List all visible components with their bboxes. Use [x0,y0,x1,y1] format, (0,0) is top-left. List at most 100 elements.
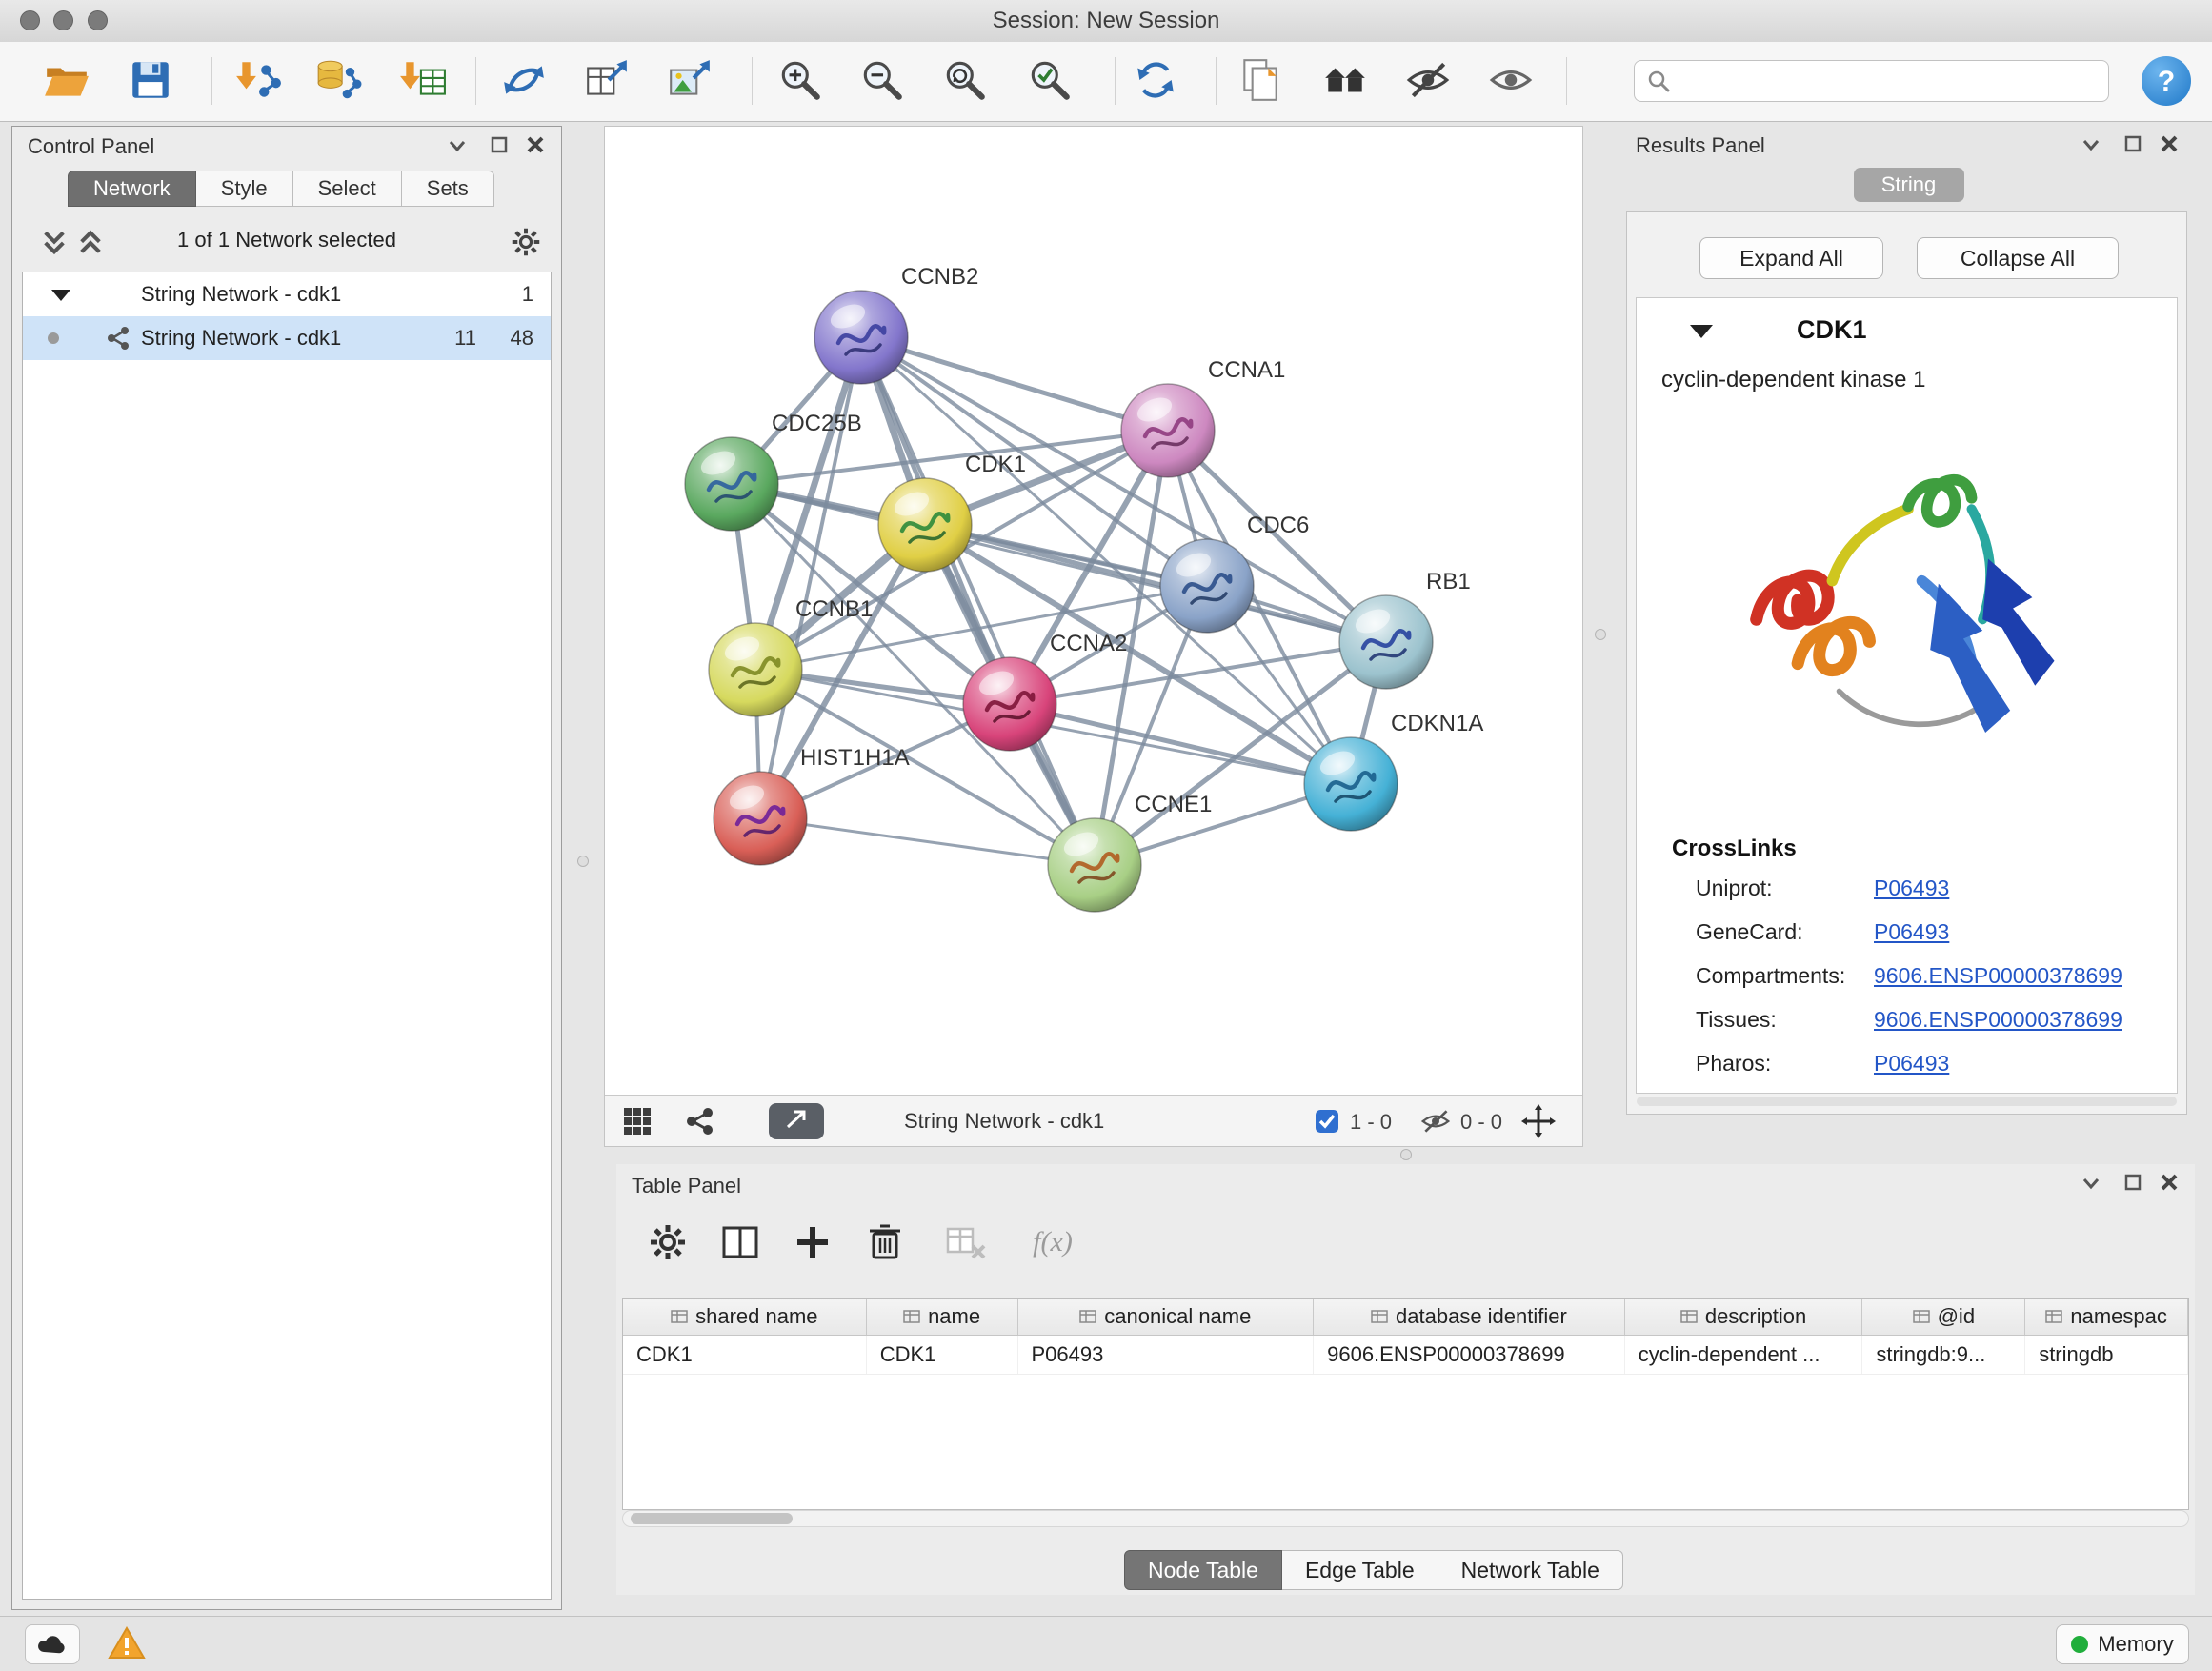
table-cell[interactable]: CDK1 [867,1336,1018,1374]
tab-network-table[interactable]: Network Table [1438,1550,1623,1590]
zoom-out-button[interactable] [855,54,909,108]
column-header-canonical-name[interactable]: canonical name [1018,1299,1315,1335]
open-in-new-window-button[interactable] [769,1103,824,1139]
add-column-button[interactable] [790,1219,835,1265]
new-network-button[interactable] [497,54,551,108]
network-row-selected[interactable]: String Network - cdk1 11 48 [23,316,551,360]
home-button[interactable] [1318,54,1372,108]
network-canvas[interactable]: CCNB2CCNA1CDC25BCDK1CDC6RB1CCNB1CCNA2CDK… [605,127,1582,1095]
zoom-fit-button[interactable] [938,54,992,108]
cloud-status-button[interactable] [25,1624,80,1664]
network-node-CCNA1[interactable] [1121,384,1215,477]
column-header-shared-name[interactable]: shared name [623,1299,867,1335]
panel-maximize-icon[interactable] [2121,131,2145,156]
birds-eye-view-button[interactable] [622,1106,653,1137]
table-cell[interactable]: 9606.ENSP00000378699 [1314,1336,1625,1374]
panel-close-icon[interactable] [2157,131,2182,156]
tab-edge-table[interactable]: Edge Table [1282,1550,1438,1590]
column-header--id[interactable]: @id [1862,1299,2025,1335]
splitter-handle[interactable] [577,856,589,867]
table-cell[interactable]: cyclin-dependent ... [1625,1336,1863,1374]
collapse-all-button[interactable]: Collapse All [1917,237,2119,279]
network-overview-button[interactable] [685,1106,715,1137]
control-panel: Control Panel Network Style Select Sets … [11,126,562,1610]
search-input[interactable] [1677,68,2108,94]
crosslink-value-link[interactable]: P06493 [1874,1051,1949,1077]
network-node-HIST1H1A[interactable] [714,772,807,865]
memory-button[interactable]: Memory [2056,1624,2189,1664]
table-cell[interactable]: stringdb [2025,1336,2188,1374]
export-image-button[interactable] [663,54,716,108]
network-node-RB1[interactable] [1339,595,1433,689]
column-header-name[interactable]: name [867,1299,1018,1335]
panel-maximize-icon[interactable] [487,132,512,157]
column-header-description[interactable]: description [1625,1299,1863,1335]
hide-graphics-button[interactable] [1401,54,1455,108]
column-label: @id [1938,1304,1975,1329]
panel-close-icon[interactable] [523,132,548,157]
column-header-namespac[interactable]: namespac [2025,1299,2188,1335]
network-node-CCNE1[interactable] [1048,818,1141,912]
network-edge[interactable] [861,337,1168,431]
network-node-CDC25B[interactable] [685,437,778,531]
zoom-in-button[interactable] [774,54,827,108]
splitter-handle[interactable] [1400,1149,1412,1160]
table-cell[interactable]: P06493 [1018,1336,1315,1374]
network-node-CDK1[interactable] [878,478,972,572]
network-options-gear-button[interactable] [508,224,544,260]
tab-network[interactable]: Network [68,171,196,207]
copy-document-button[interactable] [1234,54,1287,108]
network-node-CCNA2[interactable] [963,657,1056,751]
network-edge[interactable] [1010,704,1351,784]
open-session-button[interactable] [40,54,93,108]
crosslink-value-link[interactable]: P06493 [1874,876,1949,901]
import-network-from-file-button[interactable] [231,54,285,108]
table-row[interactable]: CDK1CDK1P064939606.ENSP00000378699cyclin… [623,1336,2188,1375]
collapse-section-icon[interactable] [1690,325,1713,338]
network-node-CCNB1[interactable] [709,623,802,716]
network-collection-row[interactable]: String Network - cdk1 1 [23,272,551,316]
network-node-CDKN1A[interactable] [1304,737,1398,831]
table-cell[interactable]: CDK1 [623,1336,867,1374]
help-button[interactable]: ? [2142,56,2191,106]
delete-column-button[interactable] [862,1219,908,1265]
selected-checkbox[interactable] [1316,1110,1338,1133]
column-header-database-identifier[interactable]: database identifier [1314,1299,1625,1335]
table-horizontal-scrollbar[interactable] [622,1510,2189,1527]
import-table-from-file-button[interactable] [396,54,450,108]
save-session-button[interactable] [124,54,177,108]
show-graphics-button[interactable] [1484,54,1538,108]
scrollbar-thumb[interactable] [631,1513,793,1524]
function-builder-button[interactable]: f(x) [1015,1219,1091,1265]
pan-mode-button[interactable] [1521,1104,1556,1138]
panel-maximize-icon[interactable] [2121,1170,2145,1195]
tab-select[interactable]: Select [293,171,402,207]
zoom-selected-button[interactable] [1023,54,1076,108]
network-edge[interactable] [861,337,1095,865]
panel-float-icon[interactable] [2079,1170,2103,1195]
crosslink-value-link[interactable]: P06493 [1874,919,1949,945]
tab-sets[interactable]: Sets [402,171,494,207]
import-network-from-database-button[interactable] [312,54,365,108]
refresh-button[interactable] [1129,54,1182,108]
warnings-button[interactable] [99,1624,154,1664]
crosslink-value-link[interactable]: 9606.ENSP00000378699 [1874,1007,2122,1033]
tab-string[interactable]: String [1854,168,1964,202]
panel-float-icon[interactable] [445,132,470,157]
network-node-CDC6[interactable] [1160,539,1254,633]
export-table-button[interactable] [580,54,633,108]
results-scrollbar[interactable] [1637,1097,2177,1106]
splitter-handle[interactable] [1595,629,1606,640]
panel-close-icon[interactable] [2157,1170,2182,1195]
tab-node-table[interactable]: Node Table [1124,1550,1282,1590]
panel-float-icon[interactable] [2079,131,2103,156]
disclosure-triangle-icon[interactable] [51,290,70,301]
network-edge[interactable] [760,818,1095,865]
network-node-CCNB2[interactable] [814,291,908,384]
table-options-gear-button[interactable] [645,1219,691,1265]
table-cell[interactable]: stringdb:9... [1862,1336,2025,1374]
tab-style[interactable]: Style [196,171,293,207]
expand-all-button[interactable]: Expand All [1699,237,1883,279]
crosslink-value-link[interactable]: 9606.ENSP00000378699 [1874,963,2122,989]
show-columns-button[interactable] [717,1219,763,1265]
